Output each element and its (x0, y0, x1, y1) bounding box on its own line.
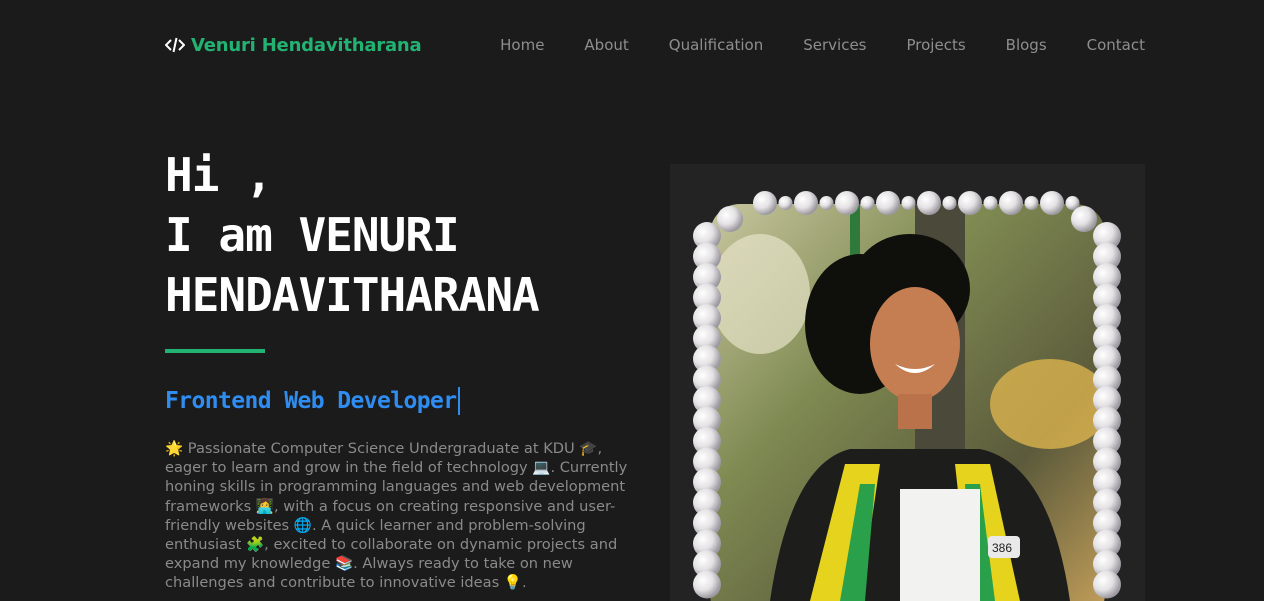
pearl-bead (717, 206, 743, 232)
code-icon (165, 35, 185, 55)
nav-about[interactable]: About (584, 36, 628, 54)
pearl-bead (794, 191, 818, 215)
nav-home[interactable]: Home (500, 36, 544, 54)
hero-intro: Hi , I am VENURI HENDAVITHARANA Frontend… (165, 145, 645, 593)
pearl-bead (1093, 570, 1121, 599)
pearl-bead (753, 191, 777, 215)
top-navbar: Venuri Hendavitharana Home About Qualifi… (165, 30, 1145, 60)
pearl-bead (901, 196, 916, 210)
brand-name: Venuri Hendavitharana (191, 34, 422, 56)
pearl-bead (942, 196, 957, 210)
nav-contact[interactable]: Contact (1087, 36, 1145, 54)
nav-services[interactable]: Services (803, 36, 866, 54)
nav-blogs[interactable]: Blogs (1006, 36, 1047, 54)
hero-greeting-line2: I am VENURI (165, 208, 460, 262)
brand-logo[interactable]: Venuri Hendavitharana (165, 34, 422, 56)
pearl-bead (876, 191, 900, 215)
pearl-bead (819, 196, 834, 210)
pearl-bead (1071, 206, 1097, 232)
profile-photo-illustration: 386 (693, 191, 1121, 601)
pearl-bead (835, 191, 859, 215)
nav-menu: Home About Qualification Services Projec… (500, 36, 1145, 54)
pearl-bead (917, 191, 941, 215)
hero-greeting-line3: HENDAVITHARANA (165, 268, 540, 322)
nav-projects[interactable]: Projects (907, 36, 966, 54)
pearl-bead (1024, 196, 1039, 210)
pearl-bead (860, 196, 875, 210)
typing-caret (458, 387, 461, 415)
hero-greeting-line1: Hi , (165, 148, 273, 202)
bio-paragraph: 🌟 Passionate Computer Science Undergradu… (165, 440, 628, 592)
pearl-bead (958, 191, 982, 215)
nav-qualification[interactable]: Qualification (669, 36, 763, 54)
pearl-bead (1040, 191, 1064, 215)
title-underline (165, 349, 265, 353)
profile-photo: 386 (670, 164, 1145, 601)
role-typewriter: Frontend Web Developer (165, 387, 645, 415)
pearl-bead (999, 191, 1023, 215)
pearl-bead (983, 196, 998, 210)
badge-number: 386 (992, 541, 1012, 555)
role-text: Frontend Web Developer (165, 388, 457, 414)
pearl-bead (778, 196, 793, 210)
photo-scene: 386 (710, 204, 1105, 601)
pearl-bead (693, 570, 721, 599)
